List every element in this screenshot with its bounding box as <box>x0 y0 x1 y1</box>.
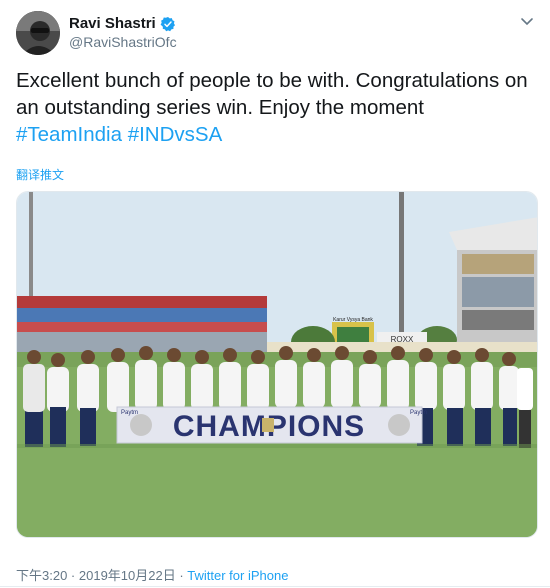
divider <box>0 586 550 587</box>
display-name[interactable]: Ravi Shastri <box>69 15 176 32</box>
chevron-down-icon[interactable] <box>520 14 534 28</box>
sponsor-text-left: Paytm <box>121 410 138 416</box>
meta-separator: · <box>67 568 79 583</box>
verified-badge-icon <box>160 16 176 32</box>
tweet-meta: 下午3:20 · 2019年10月22日 · Twitter for iPhon… <box>16 565 288 584</box>
screen-text: Karur Vysya Bank <box>333 317 373 323</box>
hashtag-indvssa[interactable]: #INDvsSA <box>128 123 223 146</box>
avatar[interactable] <box>16 11 60 55</box>
handle[interactable]: @RaviShastriOfc <box>69 34 177 50</box>
hashtag-teamindia[interactable]: #TeamIndia <box>16 123 122 146</box>
tweet-body: Excellent bunch of people to be with. Co… <box>16 69 528 119</box>
tweet-card: Ravi Shastri @RaviShastriOfc Excellent b… <box>0 0 550 588</box>
tweet-date[interactable]: 2019年10月22日 <box>79 568 176 583</box>
tweet-time[interactable]: 下午3:20 <box>16 568 67 583</box>
sponsor-text-right: Paytm <box>410 410 427 416</box>
meta-separator: · <box>175 568 188 583</box>
translate-tweet-link[interactable]: 翻译推文 <box>16 166 64 183</box>
tweet-photo[interactable]: Karur Vysya Bank ROXX Paytm Paytm <box>16 191 538 538</box>
display-name-text: Ravi Shastri <box>69 15 156 32</box>
tweet-text: Excellent bunch of people to be with. Co… <box>16 67 536 148</box>
tweet-source-link[interactable]: Twitter for iPhone <box>187 568 288 583</box>
team-photo: Karur Vysya Bank ROXX Paytm Paytm <box>17 192 537 537</box>
